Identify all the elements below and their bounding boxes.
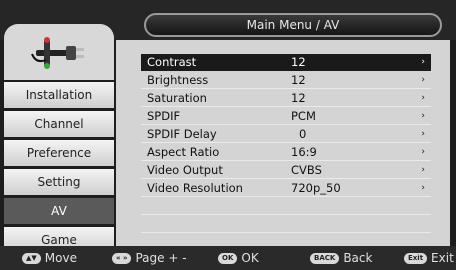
- setting-row-aspect-ratio[interactable]: Aspect Ratio 16:9 ›: [141, 144, 431, 161]
- nav-item-label: Setting: [37, 175, 81, 189]
- chevron-right-icon: ›: [421, 129, 425, 139]
- setting-row-video-output[interactable]: Video Output CVBS ›: [141, 162, 431, 179]
- settings-panel: Contrast 12 › Brightness 12 › Saturation…: [116, 40, 450, 246]
- chevron-right-icon: ›: [421, 183, 425, 193]
- hint-ok: OK OK: [218, 250, 259, 266]
- setting-value: 12: [291, 91, 306, 105]
- nav-item-label: Preference: [26, 146, 92, 160]
- hint-move: ▲▼ Move: [22, 250, 77, 266]
- nav-item-av[interactable]: AV: [4, 198, 114, 224]
- setting-value: 12: [291, 73, 306, 87]
- nav-item-label: Installation: [25, 88, 93, 102]
- hint-label: OK: [241, 251, 259, 265]
- nav-item-channel[interactable]: Channel: [4, 111, 114, 137]
- chevron-right-icon: ›: [421, 57, 425, 67]
- nav-item-label: AV: [51, 204, 67, 218]
- setting-label: Video Output: [147, 163, 223, 177]
- page-title: Main Menu / AV: [144, 13, 442, 37]
- back-key-icon: BACK: [310, 252, 340, 264]
- setting-row-contrast[interactable]: Contrast 12 ›: [141, 54, 431, 71]
- nav-menu: Installation Channel Preference Setting …: [4, 82, 114, 256]
- hint-exit: Exit Exit: [404, 250, 454, 266]
- chevron-right-icon: ›: [421, 147, 425, 157]
- hint-label: Exit: [431, 251, 454, 265]
- exit-key-icon: Exit: [404, 252, 428, 264]
- nav-item-preference[interactable]: Preference: [4, 140, 114, 166]
- setting-label: Video Resolution: [147, 181, 243, 195]
- setting-label: Saturation: [147, 91, 207, 105]
- tv-menu-screen: Main Menu / AV Installation Channel Pref…: [0, 0, 456, 270]
- hint-label: Page + -: [135, 251, 187, 265]
- hint-back: BACK Back: [310, 250, 372, 266]
- chevron-right-icon: ›: [421, 111, 425, 121]
- setting-label: SPDIF Delay: [147, 127, 217, 141]
- chevron-right-icon: ›: [421, 75, 425, 85]
- footer-hints: ▲▼ Move « » Page + - OK OK BACK Back Exi…: [0, 246, 456, 270]
- logo: [4, 24, 114, 80]
- setting-row-spdif-delay[interactable]: SPDIF Delay 0 ›: [141, 126, 431, 143]
- hint-label: Move: [44, 251, 77, 265]
- page-key-icon: « »: [112, 252, 132, 264]
- nav-item-setting[interactable]: Setting: [4, 169, 114, 195]
- empty-row: [141, 216, 431, 233]
- chevron-right-icon: ›: [421, 165, 425, 175]
- nav-item-label: Channel: [34, 117, 84, 131]
- setting-value: CVBS: [291, 163, 322, 177]
- hint-page: « » Page + -: [112, 250, 187, 266]
- hint-label: Back: [343, 251, 373, 265]
- setting-row-video-resolution[interactable]: Video Resolution 720p_50 ›: [141, 180, 431, 197]
- setting-value: PCM: [291, 109, 316, 123]
- setting-row-saturation[interactable]: Saturation 12 ›: [141, 90, 431, 107]
- nav-item-label: Game: [41, 233, 77, 247]
- setting-value: 0: [299, 127, 307, 141]
- empty-row: [141, 198, 431, 215]
- setting-value: 16:9: [291, 145, 317, 159]
- sidebar: Installation Channel Preference Setting …: [4, 24, 114, 253]
- chevron-right-icon: ›: [421, 93, 425, 103]
- nav-item-installation[interactable]: Installation: [4, 82, 114, 108]
- setting-row-spdif[interactable]: SPDIF PCM ›: [141, 108, 431, 125]
- setting-label: Aspect Ratio: [147, 145, 220, 159]
- av-cable-icon: [31, 37, 84, 69]
- setting-label: Brightness: [147, 73, 209, 87]
- setting-label: SPDIF: [147, 109, 181, 123]
- ok-key-icon: OK: [218, 252, 238, 264]
- setting-value: 12: [291, 55, 306, 69]
- setting-label: Contrast: [147, 55, 197, 69]
- move-key-icon: ▲▼: [22, 252, 41, 264]
- setting-value: 720p_50: [291, 181, 341, 195]
- setting-row-brightness[interactable]: Brightness 12 ›: [141, 72, 431, 89]
